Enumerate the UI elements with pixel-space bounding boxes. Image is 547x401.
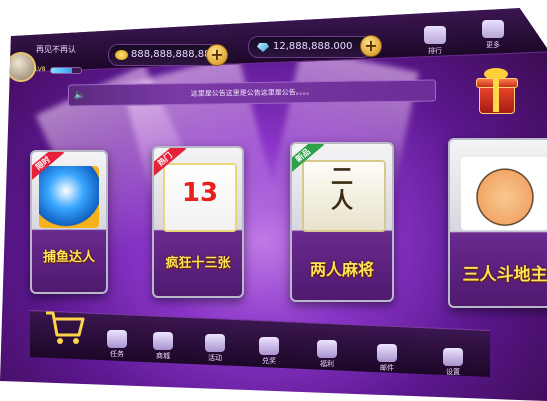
shop-icon <box>153 332 173 350</box>
gear-icon <box>443 348 463 366</box>
cart-icon <box>46 311 85 344</box>
game-title: 捕鱼达人 <box>42 250 95 265</box>
more-label: 更多 <box>486 41 500 49</box>
add-gold-button[interactable]: + <box>206 44 228 66</box>
player-name: 再见不再认 <box>36 45 76 54</box>
add-diamond-button[interactable]: + <box>360 35 382 57</box>
nav-settings[interactable]: 设置 <box>436 348 470 377</box>
diamond-counter: 12,888,888.000 <box>248 36 372 58</box>
game-lobby: 再见不再认 LV8 888,888,888,888 + 12,888,888.0… <box>0 8 547 401</box>
nav-redeem[interactable]: 兑奖 <box>252 337 286 366</box>
task-icon <box>107 330 127 348</box>
nav-label: 邮件 <box>380 364 394 372</box>
rank-label: 排行 <box>428 47 442 55</box>
fish-icon <box>39 166 99 228</box>
game-card-mahjong[interactable]: 二人 新品 两人麻将 <box>290 142 394 302</box>
game-card-fishing[interactable]: 限时 捕鱼达人 <box>30 150 108 294</box>
diamond-icon <box>257 43 269 52</box>
gold-counter: 888,888,888,888 <box>108 44 220 66</box>
game-title: 三人斗地主 <box>462 265 547 285</box>
game-title: 两人麻将 <box>309 260 374 279</box>
game-card-thirteen[interactable]: 13 热门 疯狂十三张 <box>152 146 244 298</box>
character-face-icon <box>461 156 547 230</box>
nav-shop[interactable]: 商城 <box>146 332 180 361</box>
level-progress-fill <box>51 68 72 73</box>
nav-label: 任务 <box>110 350 124 358</box>
more-button[interactable]: 更多 <box>478 20 508 54</box>
player-level: LV8 <box>35 66 46 73</box>
game-title: 疯狂十三张 <box>165 256 231 271</box>
avatar[interactable] <box>6 52 36 82</box>
gold-amount: 888,888,888,888 <box>131 49 217 60</box>
user-icon <box>482 20 504 38</box>
crown-icon <box>424 26 446 44</box>
diamond-amount: 12,888,888.000 <box>273 41 353 52</box>
nav-activity[interactable]: 活动 <box>198 334 232 363</box>
game-card-landlord[interactable]: 三人斗地主 <box>448 138 547 308</box>
rank-button[interactable]: 排行 <box>420 26 450 60</box>
gift-icon <box>205 334 225 352</box>
nav-label: 活动 <box>208 354 222 362</box>
gift-button[interactable] <box>474 68 518 114</box>
nav-label: 福利 <box>320 360 334 368</box>
notice-text: 这里是公告这里是公告这里是公告。。。。 <box>190 88 314 98</box>
nav-label: 设置 <box>446 368 460 376</box>
level-progress-bar <box>50 67 82 74</box>
nav-mail[interactable]: 邮件 <box>370 344 404 373</box>
gold-coin-icon <box>115 50 128 60</box>
nav-welfare[interactable]: 福利 <box>310 340 344 369</box>
nav-task[interactable]: 任务 <box>100 330 134 359</box>
mail-icon <box>377 344 397 362</box>
card-number-art: 13 <box>181 178 219 208</box>
bag-icon <box>317 340 337 358</box>
speaker-icon: 🔈 <box>74 90 86 101</box>
mahjong-art: 二人 <box>330 165 353 214</box>
shop-cart-button[interactable] <box>44 307 86 347</box>
medal-icon <box>259 337 279 355</box>
gift-ribbon <box>493 78 499 112</box>
nav-label: 商城 <box>156 352 170 360</box>
nav-label: 兑奖 <box>262 357 276 365</box>
